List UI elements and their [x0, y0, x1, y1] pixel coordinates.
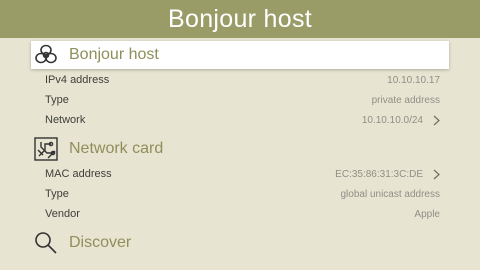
list-item-type: Type global unicast address — [45, 185, 440, 203]
chevron-right-icon[interactable] — [433, 169, 440, 179]
chevron-right-icon[interactable] — [433, 115, 440, 125]
row-value: EC:35:86:31:3C:DE — [335, 168, 423, 180]
section-title: Bonjour host — [69, 46, 159, 63]
bonjour-icon — [33, 42, 59, 68]
network-card-icon — [33, 136, 59, 162]
section-header-discover[interactable]: Discover — [31, 229, 449, 257]
row-label: Network — [45, 114, 86, 126]
section-title: Discover — [69, 234, 132, 251]
list-item-mac-address[interactable]: MAC address EC:35:86:31:3C:DE — [45, 165, 440, 183]
row-value: Apple — [414, 208, 440, 220]
title-bar: Bonjour host — [0, 0, 480, 38]
row-value: 10.10.10.0/24 — [361, 114, 423, 126]
section-title: Network card — [69, 140, 164, 157]
row-label: Type — [45, 94, 69, 106]
search-icon — [33, 230, 59, 256]
section-header-network-card[interactable]: Network card — [31, 135, 449, 163]
row-label: MAC address — [45, 168, 112, 180]
page-title: Bonjour host — [168, 4, 312, 33]
row-value: global unicast address — [340, 188, 440, 200]
row-value: 10.10.10.17 — [387, 74, 440, 86]
list-item-ipv4: IPv4 address 10.10.10.17 — [45, 71, 440, 89]
list-item-type: Type private address — [45, 91, 440, 109]
row-label: Vendor — [45, 208, 80, 220]
row-label: IPv4 address — [45, 74, 110, 86]
row-label: Type — [45, 188, 69, 200]
row-value: private address — [371, 94, 440, 106]
section-header-bonjour-host[interactable]: Bonjour host — [31, 41, 449, 69]
list-item-vendor: Vendor Apple — [45, 205, 440, 223]
list-item-network[interactable]: Network 10.10.10.0/24 — [45, 111, 440, 129]
